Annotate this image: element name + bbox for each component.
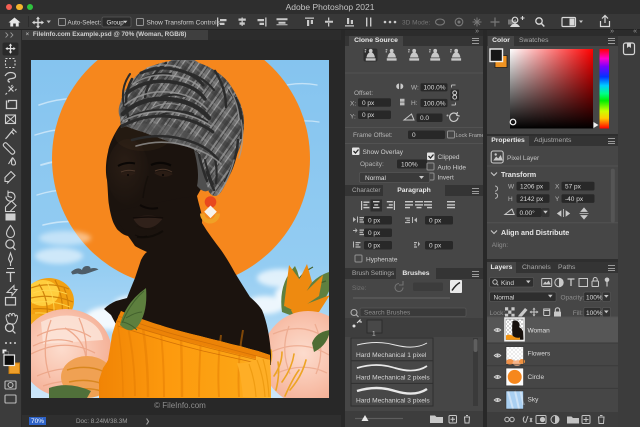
svg-text:Align:: Align: bbox=[492, 242, 508, 249]
svg-text:W: W bbox=[508, 184, 515, 191]
svg-text:Show Transform Controls: Show Transform Controls bbox=[147, 19, 221, 26]
svg-text:Invert: Invert bbox=[438, 174, 454, 181]
svg-text:Show Overlay: Show Overlay bbox=[363, 149, 404, 156]
svg-text:Normal: Normal bbox=[365, 175, 387, 182]
svg-text:100%: 100% bbox=[401, 161, 418, 168]
svg-text:100.0%: 100.0% bbox=[424, 84, 446, 91]
svg-text:Lock Frame: Lock Frame bbox=[456, 133, 484, 139]
svg-text:Transform: Transform bbox=[501, 170, 536, 179]
svg-text:2142 px: 2142 px bbox=[520, 196, 544, 203]
svg-text:Lock:: Lock: bbox=[490, 310, 506, 317]
svg-text:0 px: 0 px bbox=[368, 243, 381, 250]
svg-text:100%: 100% bbox=[586, 294, 603, 301]
svg-text:0 px: 0 px bbox=[368, 230, 381, 237]
svg-text:Y: Y bbox=[555, 196, 560, 203]
svg-text:0.0: 0.0 bbox=[420, 115, 429, 122]
svg-text:0 px: 0 px bbox=[368, 218, 381, 225]
svg-text:H:: H: bbox=[411, 100, 418, 107]
svg-text:Normal: Normal bbox=[494, 294, 516, 301]
svg-text:3D Mode:: 3D Mode: bbox=[402, 19, 430, 26]
svg-text:Offset:: Offset: bbox=[354, 90, 373, 97]
svg-text:Y:: Y: bbox=[350, 113, 356, 120]
svg-text:Sky: Sky bbox=[528, 397, 540, 404]
svg-text:Align and Distribute: Align and Distribute bbox=[501, 228, 569, 237]
svg-text:0 px: 0 px bbox=[429, 243, 442, 250]
svg-text:57 px: 57 px bbox=[565, 183, 582, 190]
svg-text:Woman: Woman bbox=[528, 328, 551, 335]
svg-text:100%: 100% bbox=[586, 310, 603, 317]
svg-text:Fill:: Fill: bbox=[573, 310, 583, 317]
svg-text:X:: X: bbox=[350, 100, 356, 107]
svg-text:Hard Mechanical 2 pixels: Hard Mechanical 2 pixels bbox=[356, 375, 430, 382]
svg-text:Auto-Select:: Auto-Select: bbox=[68, 19, 102, 26]
svg-text:Clipped: Clipped bbox=[438, 154, 460, 161]
svg-text:Flowers: Flowers bbox=[528, 351, 552, 358]
svg-text:0: 0 bbox=[412, 132, 416, 139]
svg-text:Hard Mechanical 3 pixels: Hard Mechanical 3 pixels bbox=[356, 397, 430, 404]
svg-text:0 px: 0 px bbox=[429, 218, 442, 225]
svg-text:H: H bbox=[508, 196, 513, 203]
svg-text:0.00°: 0.00° bbox=[520, 209, 536, 217]
svg-text:Size:: Size: bbox=[352, 285, 367, 292]
svg-text:W:: W: bbox=[411, 84, 419, 91]
svg-text:-40 px: -40 px bbox=[565, 196, 584, 203]
svg-text:Circle: Circle bbox=[528, 374, 545, 381]
svg-text:0 px: 0 px bbox=[362, 99, 375, 106]
svg-text:1: 1 bbox=[372, 331, 376, 338]
svg-text:0 px: 0 px bbox=[362, 112, 375, 119]
svg-text:Hard Mechanical 1 pixel: Hard Mechanical 1 pixel bbox=[356, 352, 427, 359]
svg-text:100.0%: 100.0% bbox=[424, 100, 446, 107]
svg-text:1206 px: 1206 px bbox=[520, 183, 544, 190]
svg-text:Hyphenate: Hyphenate bbox=[366, 257, 398, 264]
svg-text:Auto Hide: Auto Hide bbox=[438, 164, 467, 171]
svg-text:Search Brushes: Search Brushes bbox=[364, 310, 411, 317]
svg-text:Group: Group bbox=[107, 19, 125, 26]
svg-text:X: X bbox=[555, 184, 560, 191]
svg-text:Pixel Layer: Pixel Layer bbox=[507, 155, 540, 162]
svg-text:Opacity:: Opacity: bbox=[561, 294, 585, 301]
svg-text:Kind: Kind bbox=[501, 280, 514, 287]
svg-text:Frame Offset:: Frame Offset: bbox=[353, 132, 393, 139]
svg-text:Opacity:: Opacity: bbox=[360, 161, 384, 168]
